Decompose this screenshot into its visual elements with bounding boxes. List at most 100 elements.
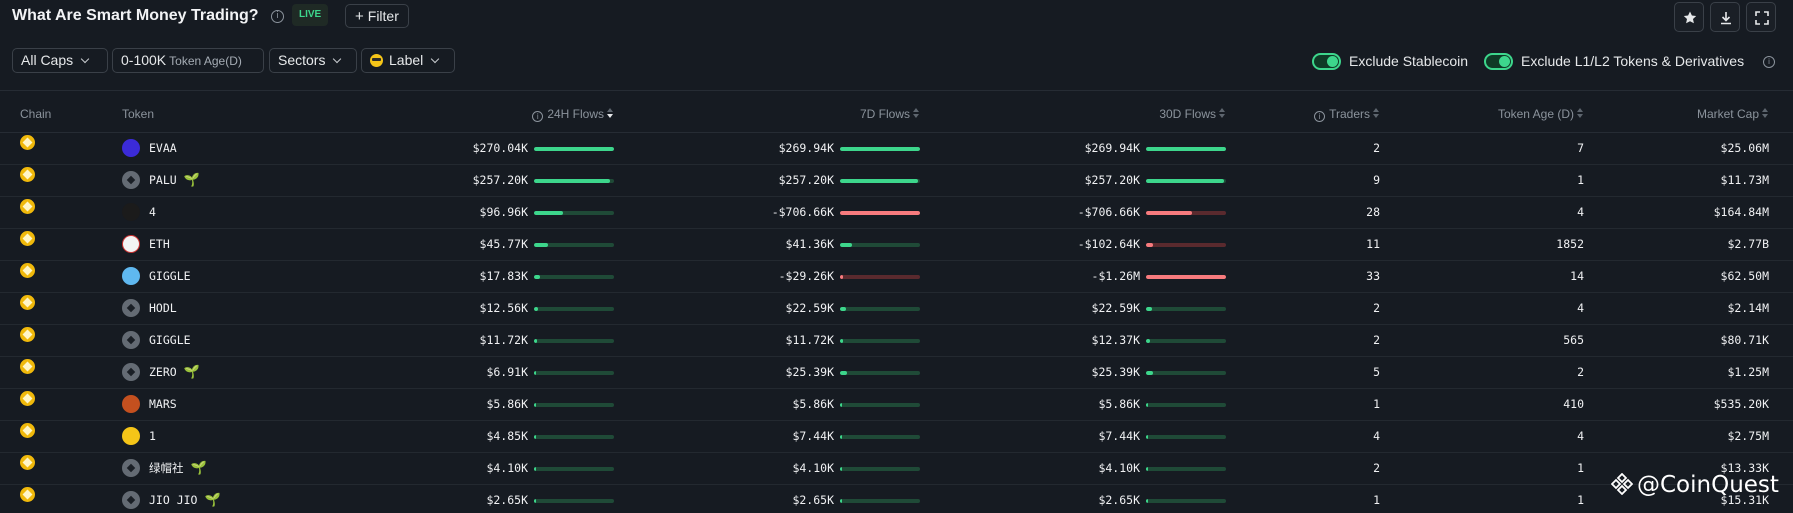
- table-row[interactable]: ETH $45.77K $41.36K -$102.64K 11 1852 $2…: [0, 228, 1793, 261]
- flow-cell: $25.39K: [614, 356, 920, 389]
- flow-bar: [840, 178, 920, 183]
- fullscreen-button[interactable]: [1746, 2, 1776, 32]
- token-cell[interactable]: ETH: [112, 228, 302, 261]
- watermark: @CoinQuest: [1611, 470, 1779, 498]
- flow-value: $5.86K: [792, 397, 834, 411]
- flow-bar-fill: [1146, 306, 1152, 311]
- table-row[interactable]: 绿帽社 🌱 $4.10K $4.10K $4.10K 2 1 $13.33K: [0, 452, 1793, 485]
- token-cell[interactable]: ZERO 🌱: [112, 356, 302, 389]
- token-cell[interactable]: GIGGLE: [112, 324, 302, 357]
- col-7d-flows[interactable]: 7D Flows: [614, 96, 920, 133]
- exclude-l1l2-label: Exclude L1/L2 Tokens & Derivatives: [1521, 53, 1745, 69]
- flow-cell: $17.83K: [302, 260, 614, 293]
- table-row[interactable]: 1 $4.85K $7.44K $7.44K 4 4 $2.75M: [0, 420, 1793, 453]
- label-dropdown[interactable]: Label: [361, 48, 455, 73]
- sprout-icon: 🌱: [190, 460, 207, 476]
- flow-bar-fill: [534, 466, 536, 471]
- col-token-label: Token: [122, 106, 155, 121]
- filter-button-label: Filter: [367, 8, 399, 24]
- table-row[interactable]: GIGGLE $11.72K $11.72K $12.37K 2 565 $80…: [0, 324, 1793, 357]
- token-name: 1: [149, 429, 156, 443]
- col-24h-flows[interactable]: i 24H Flows: [302, 96, 614, 133]
- flow-bar: [534, 242, 614, 247]
- flow-value: $22.59K: [785, 301, 834, 315]
- token-age-cell: 1: [1390, 452, 1594, 485]
- flow-value: $6.91K: [486, 365, 528, 379]
- flow-cell: -$29.26K: [614, 260, 920, 293]
- flow-value: $25.39K: [785, 365, 834, 379]
- table-row[interactable]: 4 $96.96K -$706.66K -$706.66K 28 4 $164.…: [0, 196, 1793, 229]
- market-cap-cell: $535.20K: [1594, 388, 1793, 421]
- table-row[interactable]: ZERO 🌱 $6.91K $25.39K $25.39K 5 2 $1.25M: [0, 356, 1793, 389]
- token-age-filter[interactable]: 0-100K Token Age(D): [112, 48, 264, 73]
- flow-bar-fill: [534, 402, 536, 407]
- table-row[interactable]: PALU 🌱 $257.20K $257.20K $257.20K 9 1 $11…: [0, 164, 1793, 197]
- flow-cell: $257.20K: [614, 164, 920, 197]
- flow-bar-fill: [534, 146, 614, 151]
- traders-cell: 4: [1226, 420, 1390, 453]
- token-name: EVAA: [149, 141, 177, 155]
- token-cell[interactable]: 绿帽社 🌱: [112, 452, 302, 485]
- info-icon[interactable]: i: [271, 10, 284, 23]
- traders-cell: 1: [1226, 484, 1390, 513]
- token-cell[interactable]: 1: [112, 420, 302, 453]
- col-traders[interactable]: i Traders: [1226, 96, 1390, 133]
- info-icon[interactable]: i: [1314, 110, 1326, 122]
- chain-cell: [0, 228, 112, 261]
- filter-button[interactable]: + Filter: [345, 4, 409, 28]
- exclude-l1l2-toggle[interactable]: [1484, 53, 1513, 70]
- table-row[interactable]: GIGGLE $17.83K -$29.26K -$1.26M 33 14 $6…: [0, 260, 1793, 293]
- flow-bar-fill: [1146, 242, 1153, 247]
- traders-cell: 2: [1226, 292, 1390, 325]
- chain-cell: [0, 260, 112, 293]
- flow-bar: [840, 146, 920, 151]
- table-row[interactable]: EVAA $270.04K $269.94K $269.94K 2 7 $25.…: [0, 132, 1793, 165]
- col-market-cap[interactable]: Market Cap: [1594, 96, 1793, 133]
- flow-bar: [840, 338, 920, 343]
- flow-bar-fill: [840, 178, 918, 183]
- token-cell[interactable]: 4: [112, 196, 302, 229]
- caps-dropdown[interactable]: All Caps: [12, 48, 108, 73]
- market-cap-cell: $25.06M: [1594, 132, 1793, 165]
- bnb-chain-icon: [20, 327, 35, 342]
- bnb-chain-icon: [20, 135, 35, 150]
- flow-value: $12.56K: [479, 301, 528, 315]
- coinquest-logo-icon: [1611, 473, 1633, 495]
- token-age-cell: 1852: [1390, 228, 1594, 261]
- table-row[interactable]: HODL $12.56K $22.59K $22.59K 2 4 $2.14M: [0, 292, 1793, 325]
- flow-bar: [534, 498, 614, 503]
- exclude-stablecoin-toggle[interactable]: [1312, 53, 1341, 70]
- token-cell[interactable]: JIO JIO 🌱: [112, 484, 302, 513]
- token-cell[interactable]: HODL: [112, 292, 302, 325]
- token-cell[interactable]: EVAA: [112, 132, 302, 165]
- sectors-dropdown[interactable]: Sectors: [269, 48, 357, 73]
- market-cap-cell: $2.75M: [1594, 420, 1793, 453]
- star-button[interactable]: [1674, 2, 1704, 32]
- sprout-icon: 🌱: [183, 172, 200, 188]
- table-row[interactable]: MARS $5.86K $5.86K $5.86K 1 410 $535.20K: [0, 388, 1793, 421]
- chevron-down-icon: [431, 54, 440, 64]
- download-button[interactable]: [1710, 2, 1740, 32]
- col-30d-flows[interactable]: 30D Flows: [920, 96, 1226, 133]
- flow-bar: [840, 434, 920, 439]
- token-cell[interactable]: MARS: [112, 388, 302, 421]
- token-generic-icon: [122, 363, 140, 381]
- info-icon[interactable]: i: [1763, 56, 1775, 68]
- flow-cell: $270.04K: [302, 132, 614, 165]
- flow-value: $269.94K: [1084, 141, 1140, 155]
- col-token-age[interactable]: Token Age (D): [1390, 96, 1594, 133]
- market-cap-cell: $2.77B: [1594, 228, 1793, 261]
- flow-value: $11.72K: [479, 333, 528, 347]
- token-age-cell: 4: [1390, 420, 1594, 453]
- live-badge: LIVE: [292, 4, 329, 26]
- flow-cell: -$706.66K: [614, 196, 920, 229]
- flow-cell: $5.86K: [302, 388, 614, 421]
- info-icon[interactable]: i: [532, 110, 544, 122]
- bnb-chain-icon: [20, 423, 35, 438]
- token-cell[interactable]: PALU 🌱: [112, 164, 302, 197]
- flow-cell: $41.36K: [614, 228, 920, 261]
- sort-icon: [1577, 107, 1584, 119]
- sectors-label: Sectors: [278, 52, 326, 68]
- token-cell[interactable]: GIGGLE: [112, 260, 302, 293]
- table-row[interactable]: JIO JIO 🌱 $2.65K $2.65K $2.65K 1 1 $15.31…: [0, 484, 1793, 513]
